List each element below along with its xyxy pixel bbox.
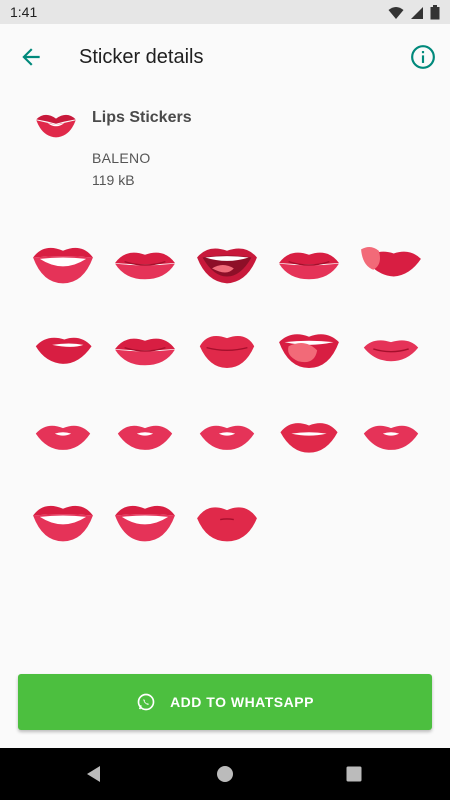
lips-smile-teeth-sticker	[33, 247, 93, 284]
add-button-label: ADD TO WHATSAPP	[170, 694, 314, 710]
lips-closed-sticker	[279, 252, 339, 280]
sticker-item[interactable]	[186, 394, 268, 480]
battery-icon	[430, 5, 440, 20]
pack-publisher: BALENO	[92, 150, 151, 166]
info-icon[interactable]	[410, 44, 436, 70]
app-bar: Sticker details	[0, 24, 450, 90]
status-time: 1:41	[10, 4, 38, 20]
lips-kiss-small-sticker	[117, 425, 173, 450]
lips-kiss-small-sticker	[363, 425, 419, 450]
system-nav-bar	[0, 748, 450, 800]
bottom-bar: ADD TO WHATSAPP	[0, 672, 450, 748]
lips-smile-teeth-sticker	[33, 505, 93, 542]
sticker-item[interactable]	[350, 222, 432, 308]
sticker-item[interactable]	[22, 480, 104, 566]
sticker-pack-header: Lips Stickers BALENO 119 kB	[0, 90, 450, 210]
sticker-item[interactable]	[22, 222, 104, 308]
sticker-item[interactable]	[186, 480, 268, 566]
lips-lick-sticker	[361, 246, 421, 277]
sticker-item[interactable]	[104, 480, 186, 566]
add-to-whatsapp-button[interactable]: ADD TO WHATSAPP	[18, 674, 432, 730]
lips-closed-sticker	[115, 338, 175, 366]
sticker-item[interactable]	[22, 308, 104, 394]
lips-bite-sticker	[35, 337, 92, 364]
sticker-item[interactable]	[350, 308, 432, 394]
lips-pout-sticker	[199, 335, 255, 368]
pack-name: Lips Stickers	[92, 109, 192, 126]
arrow-back-icon[interactable]	[18, 44, 44, 70]
lips-kiss-small-sticker	[199, 425, 255, 450]
home-circle-icon[interactable]	[213, 762, 237, 786]
lips-pout-small-sticker	[363, 340, 419, 362]
back-triangle-icon[interactable]	[82, 762, 106, 786]
lips-kiss-sticker	[197, 507, 257, 542]
wifi-icon	[388, 6, 404, 19]
sticker-grid	[22, 222, 432, 566]
sticker-item[interactable]	[22, 394, 104, 480]
sticker-item[interactable]	[186, 222, 268, 308]
sticker-item[interactable]	[104, 222, 186, 308]
sticker-item[interactable]	[268, 394, 350, 480]
pack-thumbnail	[36, 114, 76, 138]
sticker-item[interactable]	[268, 222, 350, 308]
page-title: Sticker details	[79, 46, 204, 68]
sticker-item[interactable]	[104, 308, 186, 394]
pack-size: 119 kB	[92, 172, 135, 188]
signal-icon	[411, 6, 423, 19]
sticker-item[interactable]	[186, 308, 268, 394]
status-bar: 1:41	[0, 0, 450, 24]
lips-smile-teeth-sticker	[115, 505, 175, 542]
sticker-item[interactable]	[268, 308, 350, 394]
recents-square-icon[interactable]	[342, 762, 366, 786]
whatsapp-icon	[137, 693, 155, 711]
sticker-item[interactable]	[104, 394, 186, 480]
lips-closed-sticker	[115, 252, 175, 280]
lips-kiss-small-sticker	[35, 425, 91, 450]
lips-parted-sticker	[280, 423, 338, 453]
lips-smile-tongue-sticker	[197, 248, 257, 284]
sticker-item[interactable]	[350, 394, 432, 480]
lips-tongue-out-sticker	[279, 334, 339, 368]
